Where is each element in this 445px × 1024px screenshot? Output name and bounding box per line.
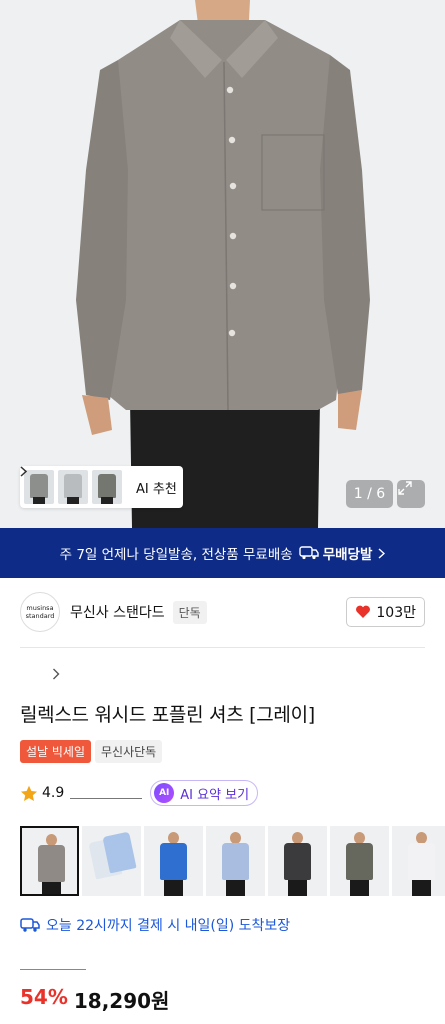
thumb-shirt: [64, 474, 82, 498]
color-option[interactable]: [330, 826, 389, 896]
shirt-swatch: [222, 843, 249, 880]
shirt-swatch: [346, 843, 373, 880]
model-pants: [350, 880, 369, 896]
thumb-pants: [67, 497, 79, 504]
expand-button[interactable]: [397, 480, 425, 508]
chevron-right-icon: [378, 547, 386, 559]
recommend-thumb[interactable]: [58, 470, 88, 504]
expand-icon: [398, 481, 412, 495]
brand-logo[interactable]: musinsa standard: [20, 592, 60, 632]
delivery-badge: 무배당발: [298, 543, 373, 563]
product-hero-image[interactable]: AI 추천 1 / 6: [0, 0, 445, 528]
ai-summary-label: AI 요약 보기: [180, 787, 250, 803]
like-count: 103만: [376, 605, 416, 621]
shirt-swatch: [38, 845, 65, 882]
thumb-shirt: [30, 474, 48, 498]
model-pants: [412, 880, 431, 896]
ai-recommend-label: AI 추천: [136, 481, 177, 497]
ai-recommend-strip[interactable]: AI 추천: [20, 466, 183, 508]
delivery-guarantee[interactable]: 오늘 22시까지 결제 시 내일(일) 도착보장: [20, 915, 290, 935]
recommend-thumb[interactable]: [92, 470, 122, 504]
heart-icon: [356, 605, 371, 618]
exclusive-badge: 무신사단독: [95, 740, 163, 763]
color-option[interactable]: [268, 826, 327, 896]
rating-row: 4.9 AI AI 요약 보기: [20, 779, 425, 807]
thumb-shirt: [98, 474, 116, 498]
ai-summary-button[interactable]: AI AI 요약 보기: [150, 780, 259, 806]
recommend-thumb[interactable]: [24, 470, 54, 504]
color-option[interactable]: [392, 826, 445, 896]
color-option[interactable]: [206, 826, 265, 896]
review-link-line[interactable]: [70, 797, 143, 799]
color-option[interactable]: [144, 826, 203, 896]
brand-row: musinsa standard 무신사 스탠다드 단독 103만: [20, 592, 425, 632]
chevron-right-icon: [20, 466, 27, 477]
breadcrumb-chevron-icon[interactable]: [52, 668, 60, 680]
brand-logo-line: standard: [25, 612, 55, 620]
star-icon: [21, 785, 37, 801]
thumb-pants: [101, 497, 113, 504]
shirt-swatch: [284, 843, 311, 880]
price-row: 54% 18,290원: [20, 985, 169, 1014]
truck-icon: [298, 546, 319, 560]
brand-logo-line: musinsa: [26, 604, 54, 612]
product-badges: 설날 빅세일 무신사단독: [20, 740, 163, 763]
model-pants: [42, 882, 61, 894]
model-pants: [288, 880, 307, 896]
shirt-swatch: [160, 843, 187, 880]
exclusive-tag: 단독: [172, 600, 207, 624]
product-title: 릴렉스드 워시드 포플린 셔츠 [그레이]: [20, 704, 315, 726]
divider: [20, 647, 425, 648]
delivery-badge-label: 무배당발: [322, 547, 373, 563]
brand-name[interactable]: 무신사 스탠다드: [70, 602, 165, 622]
banner-text: 주 7일 언제나 당일발송, 전상품 무료배송: [59, 547, 293, 563]
rating-value: 4.9: [42, 785, 65, 801]
truck-icon: [20, 918, 40, 932]
color-option[interactable]: [20, 826, 79, 896]
free-shipping-banner[interactable]: 주 7일 언제나 당일발송, 전상품 무료배송 무배당발: [0, 528, 445, 578]
shirt-swatch: [408, 843, 435, 880]
delivery-guarantee-text: 오늘 22시까지 결제 시 내일(일) 도착보장: [46, 918, 291, 934]
color-option[interactable]: [82, 826, 141, 896]
ai-icon: AI: [154, 783, 175, 803]
like-button[interactable]: 103만: [346, 597, 425, 627]
sale-badge: 설날 빅세일: [20, 740, 92, 763]
discount-rate: 54%: [20, 985, 68, 1009]
model-pants: [164, 880, 183, 896]
thumb-pants: [33, 497, 45, 504]
model-photo: [76, 0, 370, 528]
model-pants: [226, 880, 245, 896]
original-price-strike: [20, 969, 86, 970]
ai-recommend-button[interactable]: AI 추천: [20, 466, 177, 497]
color-options: [20, 826, 445, 896]
sale-price: 18,290원: [73, 989, 170, 1013]
image-pager: 1 / 6: [346, 480, 393, 508]
